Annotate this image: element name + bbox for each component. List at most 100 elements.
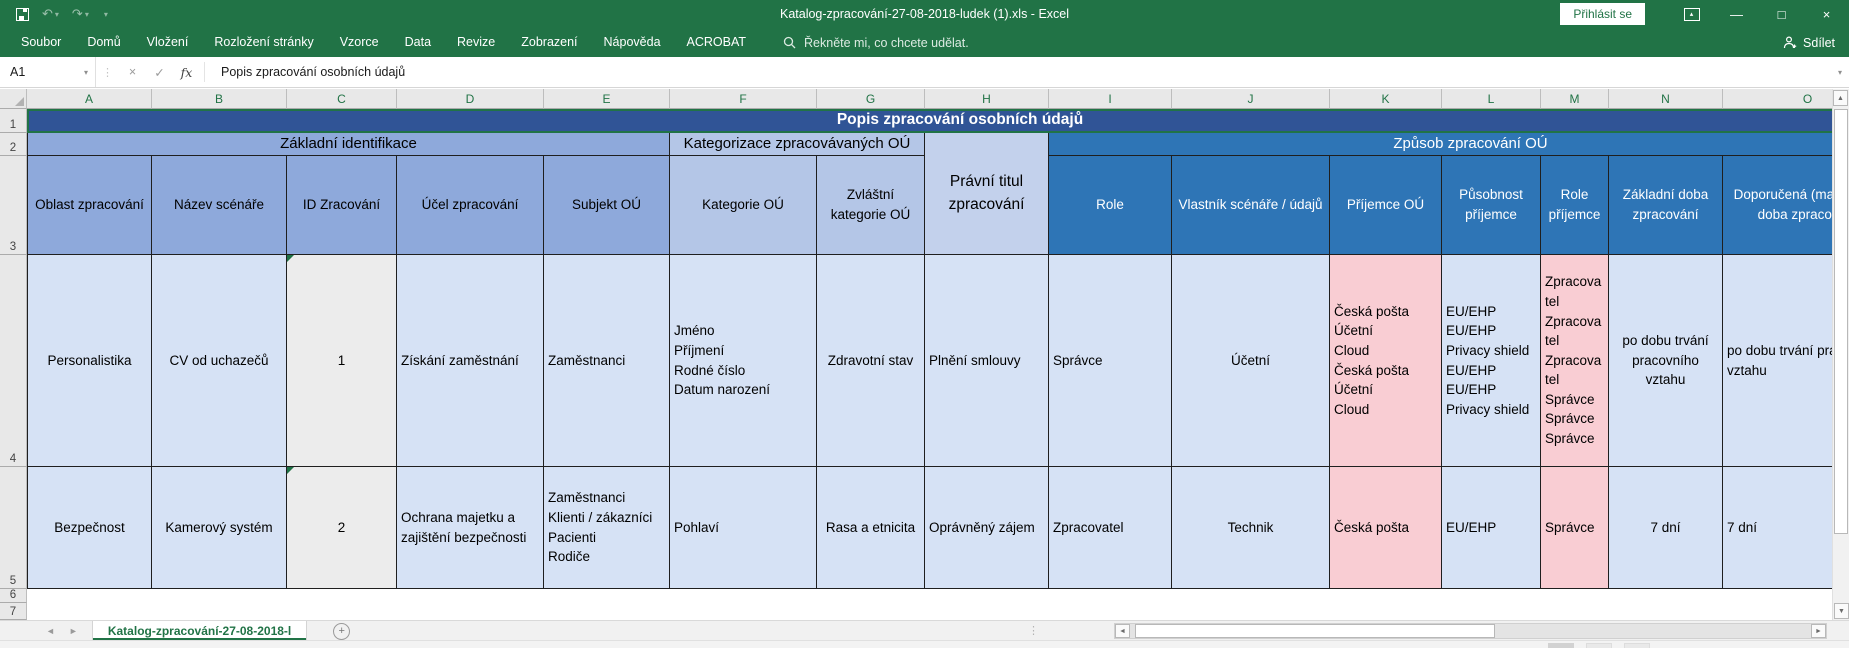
header-zakladni-doba[interactable]: Základní doba zpracování [1609,156,1723,255]
tab-acrobat[interactable]: ACROBAT [674,28,760,57]
new-sheet-button[interactable]: + [333,623,350,640]
tab-napoveda[interactable]: Nápověda [591,28,674,57]
cell-c4[interactable]: 1 [287,255,397,467]
header-pravni-titul-zpracovani[interactable]: Právní titul zpracování [925,133,1049,255]
tab-soubor[interactable]: Soubor [8,28,74,57]
cell-d4[interactable]: Získání zaměstnání [397,255,544,467]
tab-vlozeni[interactable]: Vložení [134,28,202,57]
select-all-button[interactable] [0,89,27,109]
tab-rozlozeni-stranky[interactable]: Rozložení stránky [201,28,326,57]
formula-bar-expand-icon[interactable]: ▾ [1838,68,1842,77]
header-nazev-scenare[interactable]: Název scénáře [152,156,287,255]
cell-f5[interactable]: Pohlaví [670,467,817,589]
vertical-scrollbar-thumb[interactable] [1834,109,1848,534]
header-ucel-zpracovani[interactable]: Účel zpracování [397,156,544,255]
column-header-a[interactable]: A [27,89,152,109]
header-prijemce-ou[interactable]: Příjemce OÚ [1330,156,1442,255]
row-header-6[interactable]: 6 [0,589,27,603]
cell-n5[interactable]: 7 dní [1609,467,1723,589]
cell-j5[interactable]: Technik [1172,467,1330,589]
tab-scrollbar-splitter[interactable]: ⋮ [1028,624,1039,637]
row-header-1[interactable]: 1 [0,109,27,133]
sign-in-button[interactable]: Přihlásit se [1560,3,1645,25]
scroll-right-button[interactable]: ► [1811,624,1826,638]
group-header-kategorizace-ou[interactable]: Kategorizace zpracovávaných OÚ [670,133,925,156]
cell-n4[interactable]: po dobu trvání pracovního vztahu [1609,255,1723,467]
cell-g5[interactable]: Rasa a etnicita [817,467,925,589]
header-doporucena-doba[interactable]: Doporučená (maximální) doba zpracování [1723,156,1849,255]
column-header-m[interactable]: M [1541,89,1609,109]
cell-f4[interactable]: Jméno Příjmení Rodné číslo Datum narozen… [670,255,817,467]
column-header-h[interactable]: H [925,89,1049,109]
header-zvlastni-kategorie-ou[interactable]: Zvláštní kategorie OÚ [817,156,925,255]
cell-a4[interactable]: Personalistika [27,255,152,467]
maximize-button[interactable]: □ [1759,0,1804,28]
share-button[interactable]: Sdílet [1783,28,1835,57]
minimize-button[interactable]: — [1714,0,1759,28]
cell-k5[interactable]: Česká pošta [1330,467,1442,589]
column-header-i[interactable]: I [1049,89,1172,109]
cell-k4[interactable]: Česká pošta Účetní Cloud Česká pošta Úče… [1330,255,1442,467]
cell-i4[interactable]: Správce [1049,255,1172,467]
cell-h4[interactable]: Plnění smlouvy [925,255,1049,467]
cell-h5[interactable]: Oprávněný zájem [925,467,1049,589]
vertical-scrollbar[interactable]: ▲ ▼ [1832,89,1849,620]
cell-e4[interactable]: Zaměstnanci [544,255,670,467]
column-header-k[interactable]: K [1330,89,1442,109]
tab-vzorce[interactable]: Vzorce [327,28,392,57]
scroll-up-button[interactable]: ▲ [1833,90,1848,106]
cell-a1-sheet-title[interactable]: Popis zpracování osobních údajů [27,109,1849,133]
header-vlastnik-scenare[interactable]: Vlastník scénáře / údajů [1172,156,1330,255]
cell-d5[interactable]: Ochrana majetku a zajištění bezpečnosti [397,467,544,589]
tab-zobrazeni[interactable]: Zobrazení [508,28,590,57]
horizontal-scrollbar[interactable]: ◄ ► [1114,623,1827,639]
cell-j4[interactable]: Účetní [1172,255,1330,467]
previous-sheet-button[interactable]: ◄ [46,626,55,636]
column-header-b[interactable]: B [152,89,287,109]
scroll-left-button[interactable]: ◄ [1115,624,1130,638]
view-page-layout-button[interactable] [1586,643,1612,648]
header-subjekt-ou[interactable]: Subjekt OÚ [544,156,670,255]
row-header-7[interactable]: 7 [0,603,27,620]
column-header-o[interactable]: O [1723,89,1849,109]
cell-c5[interactable]: 2 [287,467,397,589]
name-box[interactable]: A1 ▾ [0,57,96,87]
row-header-2[interactable]: 2 [0,133,27,156]
formula-input[interactable]: Popis zpracování osobních údajů [221,65,405,79]
cell-b4[interactable]: CV od uchazečů [152,255,287,467]
column-header-n[interactable]: N [1609,89,1723,109]
next-sheet-button[interactable]: ► [69,626,78,636]
row-header-5[interactable]: 5 [0,467,27,589]
header-kategorie-ou[interactable]: Kategorie OÚ [670,156,817,255]
header-pusobnost-prijemce[interactable]: Působnost příjemce [1442,156,1541,255]
header-role-prijemce[interactable]: Role příjemce [1541,156,1609,255]
row-header-3[interactable]: 3 [0,156,27,255]
column-header-c[interactable]: C [287,89,397,109]
cancel-entry-button[interactable]: × [119,65,146,79]
horizontal-scrollbar-thumb[interactable] [1135,624,1495,638]
cell-l5[interactable]: EU/EHP [1442,467,1541,589]
column-header-g[interactable]: G [817,89,925,109]
cell-m5[interactable]: Správce [1541,467,1609,589]
header-id-zracovani[interactable]: ID Zracování [287,156,397,255]
cell-i5[interactable]: Zpracovatel [1049,467,1172,589]
view-normal-button[interactable] [1548,643,1574,648]
close-button[interactable]: × [1804,0,1849,28]
cell-a5[interactable]: Bezpečnost [27,467,152,589]
column-header-l[interactable]: L [1442,89,1541,109]
tab-revize[interactable]: Revize [444,28,508,57]
ribbon-display-options-button[interactable]: ▴ [1669,0,1714,28]
group-header-zpusob-zpracovani-ou[interactable]: Způsob zpracování OÚ [1049,133,1849,156]
column-header-j[interactable]: J [1172,89,1330,109]
header-oblast-zpracovani[interactable]: Oblast zpracování [27,156,152,255]
group-header-zakladni-identifikace[interactable]: Základní identifikace [27,133,670,156]
cell-l4[interactable]: EU/EHP EU/EHP Privacy shield EU/EHP EU/E… [1442,255,1541,467]
cell-o4[interactable]: po dobu trvání pracovního vztahu [1723,255,1849,467]
confirm-entry-button[interactable]: ✓ [146,65,173,80]
scroll-down-button[interactable]: ▼ [1834,603,1849,619]
insert-function-button[interactable]: fx [173,65,200,80]
cell-m4[interactable]: Zpracovatel Zpracovatel Zpracovatel Sprá… [1541,255,1609,467]
cell-g4[interactable]: Zdravotní stav [817,255,925,467]
cell-b5[interactable]: Kamerový systém [152,467,287,589]
tab-data[interactable]: Data [392,28,444,57]
